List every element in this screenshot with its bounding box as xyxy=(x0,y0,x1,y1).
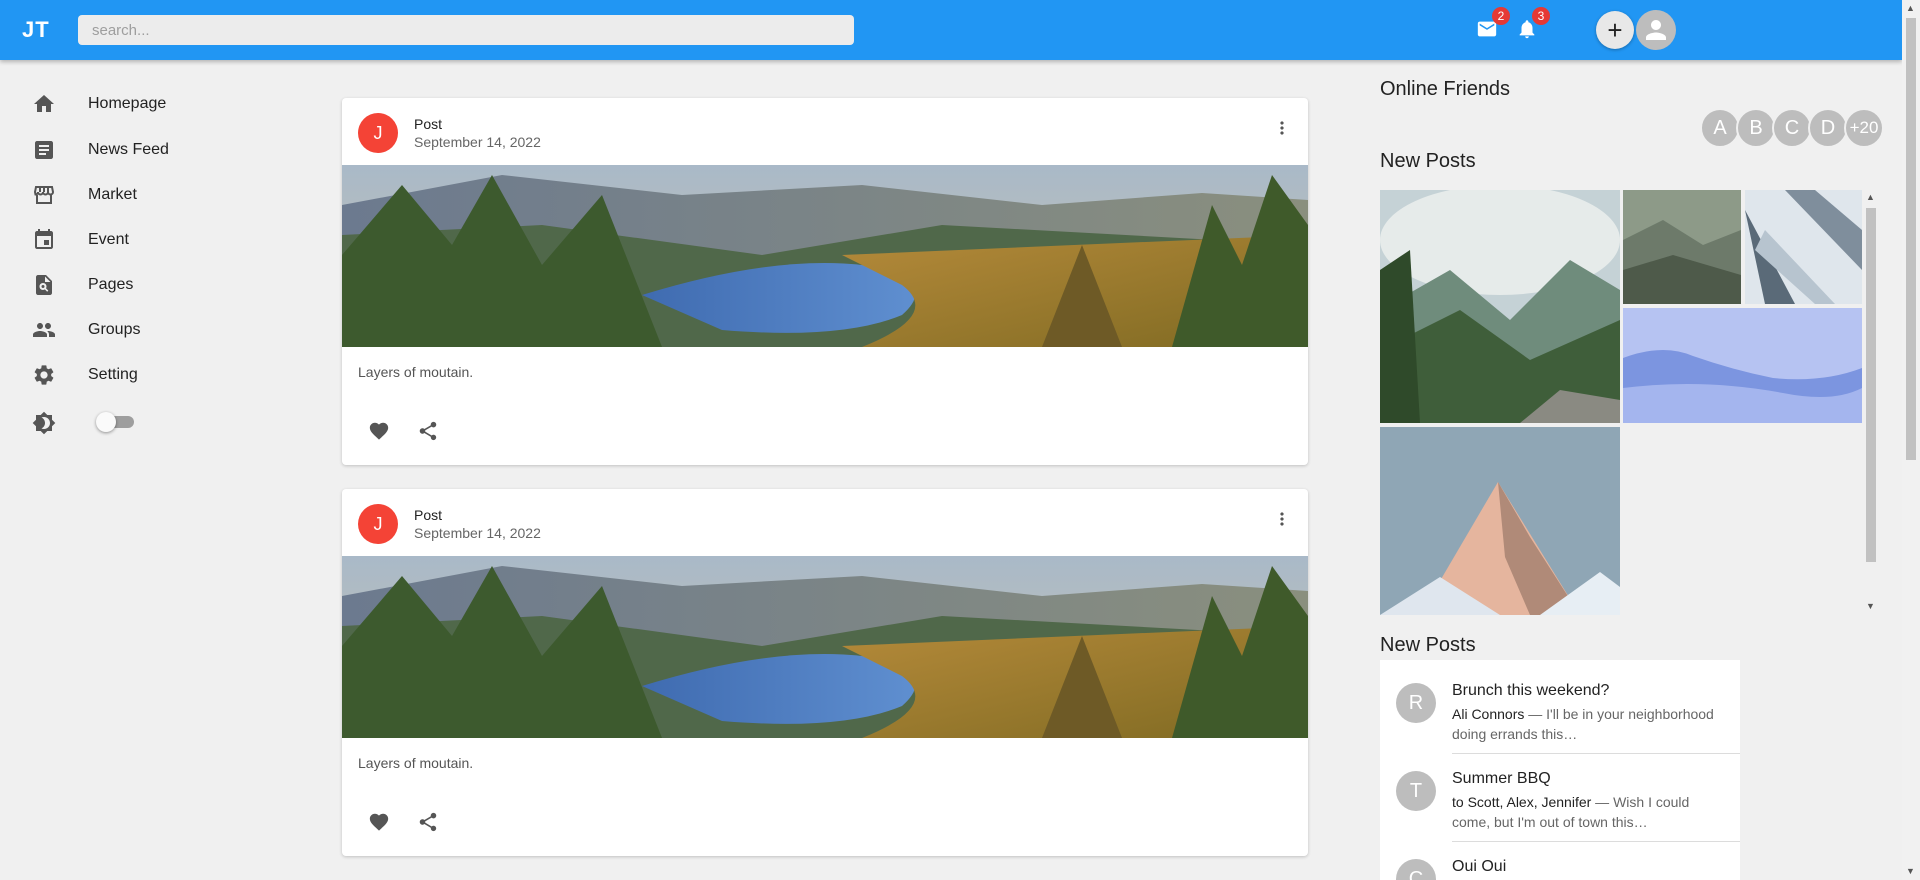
storefront-icon xyxy=(30,181,58,209)
mail-button[interactable]: 2 xyxy=(1474,7,1510,42)
post-date: September 14, 2022 xyxy=(414,134,541,150)
sidebar-item-pages[interactable]: Pages xyxy=(30,270,133,300)
messages-list: R Brunch this weekend? Ali Connors — I'l… xyxy=(1380,660,1740,880)
message-preview: to Scott, Alex, Jennifer — Wish I could … xyxy=(1452,792,1728,832)
gallery-scroll-thumb[interactable] xyxy=(1866,208,1876,562)
heart-icon xyxy=(369,813,389,831)
post-title: Post xyxy=(414,507,443,523)
friend-avatar[interactable]: A xyxy=(1700,108,1740,148)
sidebar-item-label: News Feed xyxy=(88,141,169,158)
app-logo[interactable]: JT xyxy=(22,17,50,43)
post-image xyxy=(342,165,1308,347)
new-posts-title: New Posts xyxy=(1380,150,1476,172)
sidebar-item-label: Pages xyxy=(88,276,134,293)
sidebar-item-news-feed[interactable]: News Feed xyxy=(30,135,169,165)
message-avatar: R xyxy=(1396,683,1436,723)
friend-avatar[interactable]: C xyxy=(1772,108,1812,148)
gallery-image[interactable] xyxy=(1380,427,1620,615)
share-icon xyxy=(419,812,437,832)
toggle-knob xyxy=(96,412,116,432)
share-button[interactable] xyxy=(413,416,443,446)
post-card: J Post September 14, 2022 Layers of mout… xyxy=(342,98,1308,465)
post-description: Layers of moutain. xyxy=(358,364,474,380)
friend-avatar[interactable]: D xyxy=(1808,108,1848,148)
message-title: Oui Oui xyxy=(1452,858,1507,875)
person-icon xyxy=(1646,20,1666,40)
share-button[interactable] xyxy=(413,807,443,837)
post-title: Post xyxy=(414,116,443,132)
notifications-button[interactable]: 3 xyxy=(1514,7,1550,42)
gallery-image[interactable] xyxy=(1623,190,1741,304)
post-avatar[interactable]: J xyxy=(358,504,398,544)
gallery-scrollbar[interactable]: ▲ ▼ xyxy=(1864,190,1876,615)
list-item[interactable]: T Summer BBQ to Scott, Alex, Jennifer — … xyxy=(1380,754,1740,842)
share-icon xyxy=(419,421,437,441)
plus-icon: + xyxy=(1607,14,1623,45)
gallery-image[interactable] xyxy=(1380,190,1620,423)
sidebar-item-market[interactable]: Market xyxy=(30,180,137,210)
sidebar-item-label: Event xyxy=(88,231,129,248)
brightness-icon xyxy=(30,409,58,437)
article-icon xyxy=(30,136,58,164)
friend-avatar[interactable]: B xyxy=(1736,108,1776,148)
theme-toggle-row xyxy=(30,408,58,438)
more-options-button[interactable] xyxy=(1270,116,1294,140)
home-icon xyxy=(30,90,58,118)
post-description: Layers of moutain. xyxy=(358,755,474,771)
post-card: J Post September 14, 2022 Layers of mout… xyxy=(342,489,1308,856)
more-friends-count[interactable]: +20 xyxy=(1844,108,1884,148)
list-item[interactable]: R Brunch this weekend? Ali Connors — I'l… xyxy=(1380,660,1740,754)
heart-icon xyxy=(369,422,389,440)
gear-icon xyxy=(30,361,58,389)
sidebar-item-groups[interactable]: Groups xyxy=(30,315,140,345)
add-button[interactable]: + xyxy=(1596,11,1634,49)
mail-badge: 2 xyxy=(1492,7,1510,25)
more-vert-icon xyxy=(1280,121,1284,135)
scroll-down-arrow-icon[interactable]: ▼ xyxy=(1866,601,1875,611)
post-image xyxy=(342,556,1308,738)
page-scroll-thumb[interactable] xyxy=(1906,18,1916,460)
user-avatar[interactable] xyxy=(1636,10,1676,50)
message-sender: to Scott, Alex, Jennifer xyxy=(1452,794,1592,810)
post-date: September 14, 2022 xyxy=(414,525,541,541)
page-search-icon xyxy=(30,271,58,299)
sidebar-item-label: Groups xyxy=(88,321,141,338)
sidebar-item-label: Homepage xyxy=(88,95,167,112)
message-avatar: C xyxy=(1396,859,1436,880)
like-button[interactable] xyxy=(364,807,394,837)
online-friends-title: Online Friends xyxy=(1380,78,1511,100)
sidebar-item-label: Setting xyxy=(88,366,138,383)
top-app-bar: JT 2 3 + xyxy=(0,0,1902,60)
scroll-down-arrow-icon[interactable]: ▼ xyxy=(1906,866,1915,876)
sidebar-item-setting[interactable]: Setting xyxy=(30,360,138,390)
theme-toggle[interactable] xyxy=(96,412,134,432)
scroll-up-arrow-icon[interactable]: ▲ xyxy=(1866,192,1875,202)
notifications-badge: 3 xyxy=(1532,7,1550,25)
gallery-image[interactable] xyxy=(1745,190,1862,304)
message-preview: Ali Connors — I'll be in your neighborho… xyxy=(1452,704,1728,744)
like-button[interactable] xyxy=(364,416,394,446)
list-item[interactable]: C Oui Oui xyxy=(1380,842,1740,880)
page-scrollbar[interactable]: ▲ ▼ xyxy=(1902,0,1920,880)
sidebar-item-label: Market xyxy=(88,186,137,203)
groups-icon xyxy=(30,316,58,344)
message-title: Brunch this weekend? xyxy=(1452,682,1610,699)
search-input[interactable] xyxy=(78,15,854,45)
scroll-up-arrow-icon[interactable]: ▲ xyxy=(1906,3,1915,13)
sidebar-item-event[interactable]: Event xyxy=(30,225,129,255)
message-sender: Ali Connors xyxy=(1452,706,1525,722)
messages-title: New Posts xyxy=(1380,634,1476,656)
calendar-icon xyxy=(30,226,58,254)
message-title: Summer BBQ xyxy=(1452,770,1551,787)
post-avatar[interactable]: J xyxy=(358,113,398,153)
more-vert-icon xyxy=(1280,512,1284,526)
more-options-button[interactable] xyxy=(1270,507,1294,531)
image-gallery xyxy=(1380,190,1862,615)
message-avatar: T xyxy=(1396,771,1436,811)
gallery-image[interactable] xyxy=(1623,308,1862,423)
sidebar-item-homepage[interactable]: Homepage xyxy=(30,89,166,119)
